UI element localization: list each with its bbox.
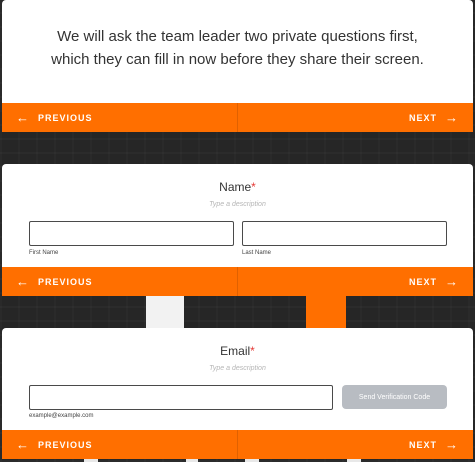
name-field-description: Type a description	[209, 201, 266, 208]
intro-card: We will ask the team leader two private …	[2, 0, 473, 132]
intro-line-1: We will ask the team leader two private …	[57, 28, 418, 45]
background-orange-block	[306, 296, 346, 328]
email-nav-bar: ← PREVIOUS NEXT →	[2, 430, 473, 459]
next-button[interactable]: NEXT →	[238, 430, 473, 459]
first-name-input[interactable]	[29, 221, 234, 246]
email-field-label: Email*	[2, 344, 473, 358]
send-verification-code-button[interactable]: Send Verification Code	[342, 385, 447, 409]
next-label: NEXT	[408, 276, 437, 287]
arrow-left-icon: ←	[16, 274, 30, 289]
last-name-sublabel: Last Name	[242, 250, 272, 256]
email-example-hint: example@example.com	[29, 413, 94, 419]
name-card: Name* Type a description First Name Last…	[2, 164, 473, 296]
intro-nav-bar: ← PREVIOUS NEXT →	[2, 103, 473, 132]
email-card: Email* Type a description example@exampl…	[2, 328, 473, 459]
next-label: NEXT	[408, 439, 437, 450]
arrow-left-icon: ←	[16, 110, 30, 125]
next-label: NEXT	[408, 112, 437, 123]
previous-button[interactable]: ← PREVIOUS	[2, 430, 238, 459]
required-marker: *	[250, 344, 255, 358]
arrow-right-icon: →	[445, 437, 459, 452]
next-button[interactable]: NEXT →	[238, 267, 473, 296]
email-input[interactable]	[29, 385, 333, 410]
name-field-label: Name*	[2, 180, 473, 194]
first-name-sublabel: First Name	[29, 250, 59, 256]
previous-label: PREVIOUS	[38, 276, 93, 287]
intro-text: We will ask the team leader two private …	[2, 25, 473, 71]
name-label-text: Name	[219, 180, 252, 194]
background-white-block	[146, 296, 184, 328]
previous-label: PREVIOUS	[38, 439, 93, 450]
name-nav-bar: ← PREVIOUS NEXT →	[2, 267, 473, 296]
intro-line-2: which they can fill in now before they s…	[51, 51, 424, 68]
required-marker: *	[251, 180, 256, 194]
last-name-input[interactable]	[242, 221, 447, 246]
previous-label: PREVIOUS	[38, 112, 93, 123]
arrow-left-icon: ←	[16, 437, 30, 452]
previous-button[interactable]: ← PREVIOUS	[2, 103, 238, 132]
arrow-right-icon: →	[445, 274, 459, 289]
previous-button[interactable]: ← PREVIOUS	[2, 267, 238, 296]
email-field-description: Type a description	[209, 365, 266, 372]
email-label-text: Email	[220, 344, 251, 358]
next-button[interactable]: NEXT →	[238, 103, 473, 132]
arrow-right-icon: →	[445, 110, 459, 125]
